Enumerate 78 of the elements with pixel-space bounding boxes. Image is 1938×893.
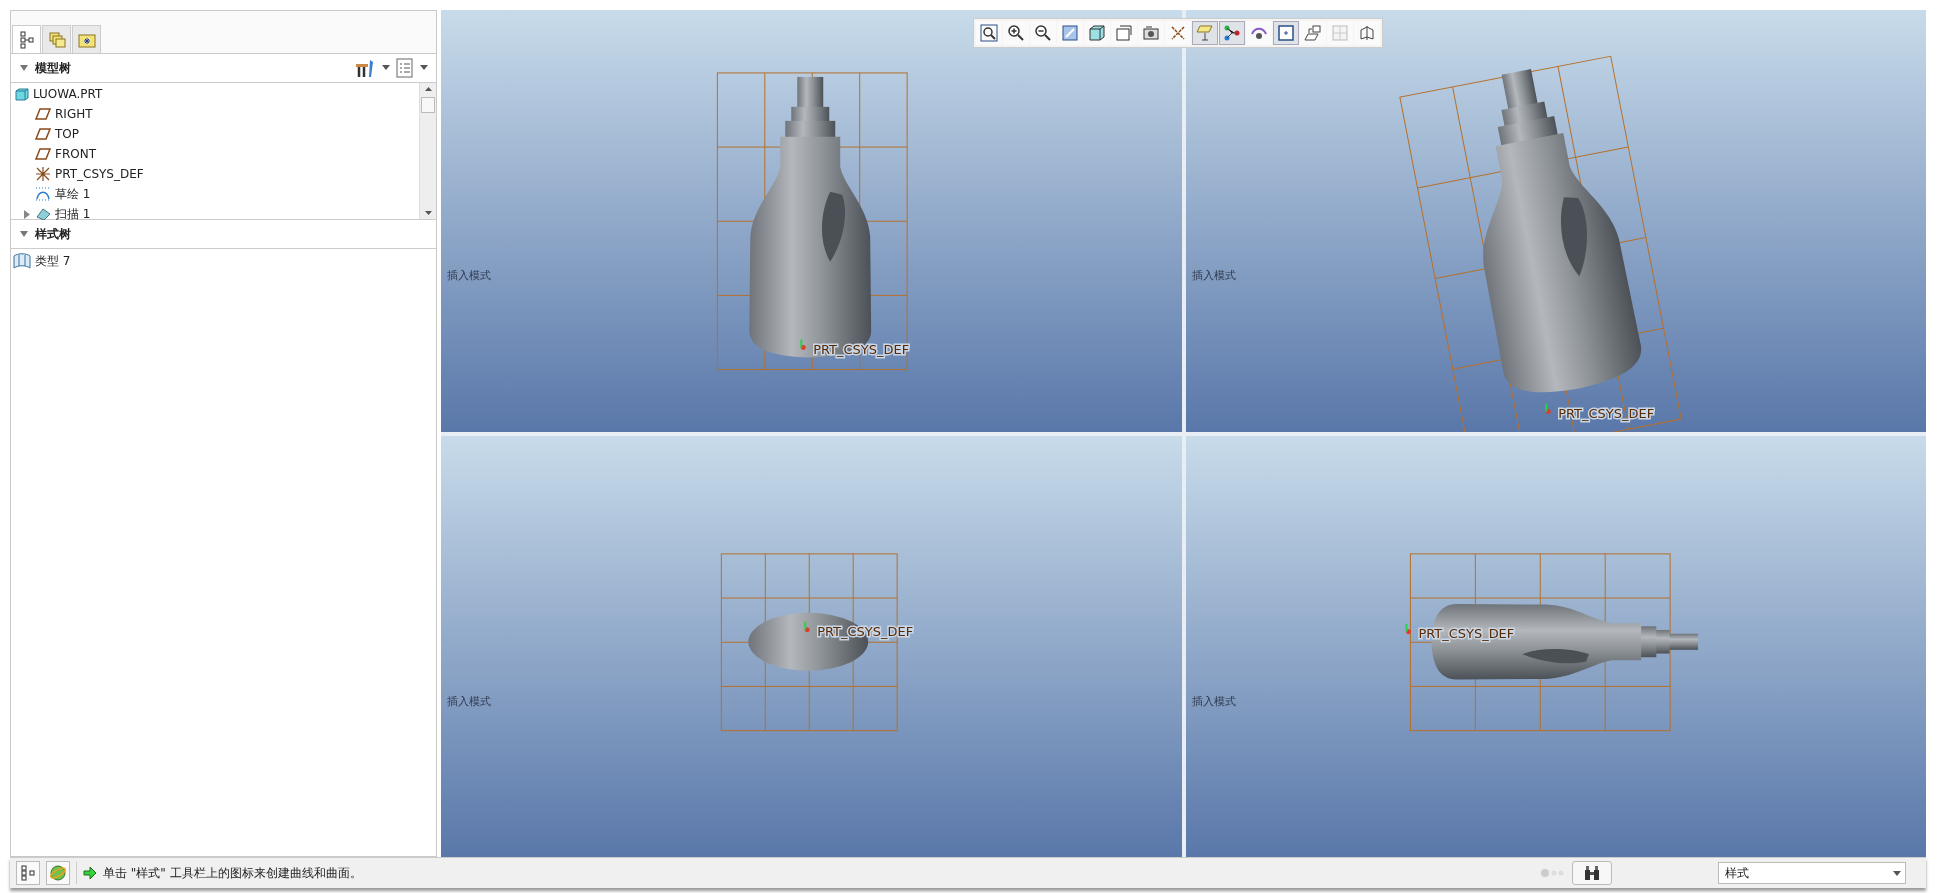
view-icon [1115, 24, 1133, 42]
cube-icon [1088, 24, 1106, 42]
arrow-icon [83, 866, 97, 880]
browser-toggle-button[interactable] [46, 861, 70, 885]
axis-icon [1169, 24, 1187, 42]
tree-item[interactable]: LUOWA.PRT [15, 84, 415, 104]
zoom-in-icon [1007, 24, 1025, 42]
progress-dots-icon [1540, 868, 1566, 878]
tree-tab[interactable] [12, 25, 41, 53]
section-header[interactable]: 样式树 [11, 220, 436, 249]
style-tree-title: 样式树 [35, 225, 71, 243]
tools-icon[interactable] [354, 58, 376, 78]
part-icon [15, 87, 29, 101]
plane-arrow-icon [1304, 24, 1322, 42]
surface-icon [13, 253, 31, 269]
layers-tab[interactable] [42, 25, 71, 53]
camera-icon [1142, 24, 1160, 42]
csys-label: PRT_CSYS_DEF [813, 341, 910, 357]
status-message: 单击 "样式" 工具栏上的图标来创建曲线和曲面。 [103, 864, 362, 882]
zoom-out-button[interactable] [1030, 21, 1056, 45]
tree-item[interactable]: 类型 7 [13, 251, 434, 271]
graphics-viewport[interactable]: PRT_CSYS_DEF 插入模式 [441, 435, 1182, 857]
tree-icon [17, 30, 36, 49]
expand-arrow-icon[interactable] [23, 209, 31, 219]
tree-item[interactable]: PRT_CSYS_DEF [15, 164, 415, 184]
graphics-viewport[interactable]: PRT_CSYS_DEF 插入模式 [1185, 435, 1926, 857]
plane-icon [1196, 24, 1214, 42]
saved-views-button[interactable] [1111, 21, 1137, 45]
csys-label: PRT_CSYS_DEF [817, 623, 914, 639]
plane-icon [35, 107, 51, 121]
dropdown-caret-icon[interactable] [382, 65, 390, 71]
plane-icon [35, 127, 51, 141]
window-icon [1277, 24, 1295, 42]
zoom-out-icon [1034, 24, 1052, 42]
display-style-button[interactable] [1084, 21, 1110, 45]
filter-dropdown[interactable]: 样式 [1718, 862, 1906, 884]
mode-label: 插入模式 [1191, 693, 1236, 709]
sketch-icon [35, 187, 51, 201]
tree-item[interactable]: TOP [15, 124, 415, 144]
points-icon [1223, 24, 1241, 42]
folder-tab[interactable] [72, 25, 101, 53]
scrollbar[interactable] [419, 83, 436, 219]
csys-icon [35, 167, 51, 181]
grid-icon [1331, 24, 1349, 42]
tree-item[interactable]: RIGHT [15, 104, 415, 124]
mode-label: 插入模式 [447, 693, 491, 709]
csys-label: PRT_CSYS_DEF [1417, 625, 1514, 641]
graphics-viewport[interactable]: PRT_CSYS_DEF 插入模式 [1185, 10, 1926, 432]
plane-icon [35, 147, 51, 161]
collapse-triangle-icon[interactable] [19, 63, 29, 73]
tree-item[interactable]: 草绘 1 [15, 184, 415, 204]
model-tree-toggle-button[interactable] [16, 861, 40, 885]
csys-label: PRT_CSYS_DEF [1557, 405, 1654, 421]
camera-button[interactable] [1138, 21, 1164, 45]
datum-plane-button[interactable] [1354, 21, 1380, 45]
spin-center-button[interactable] [1246, 21, 1272, 45]
model-tree-title: 模型树 [35, 59, 71, 77]
pencil-icon [1061, 24, 1079, 42]
folders-icon [47, 30, 66, 49]
scroll-thumb[interactable] [421, 97, 435, 113]
mode-label: 插入模式 [1191, 268, 1236, 283]
view-window-button[interactable] [1273, 21, 1299, 45]
binoculars-icon [1583, 865, 1601, 881]
collapse-triangle-icon[interactable] [19, 229, 29, 239]
refit-button[interactable] [976, 21, 1002, 45]
dropdown-caret-icon[interactable] [420, 65, 428, 71]
globe-icon [49, 864, 67, 882]
mode-label: 插入模式 [447, 268, 491, 283]
tree-item[interactable]: FRONT [15, 144, 415, 164]
find-button[interactable] [1572, 861, 1612, 885]
magnifier-icon [980, 24, 998, 42]
zoom-in-button[interactable] [1003, 21, 1029, 45]
plane-icon [1358, 24, 1376, 42]
active-plane-button[interactable] [1300, 21, 1326, 45]
tree-icon [20, 865, 36, 881]
point-display-button[interactable] [1219, 21, 1245, 45]
graphics-viewport[interactable]: PRT_CSYS_DEF 插入模式 [441, 10, 1182, 432]
datum-display-button[interactable] [1165, 21, 1191, 45]
